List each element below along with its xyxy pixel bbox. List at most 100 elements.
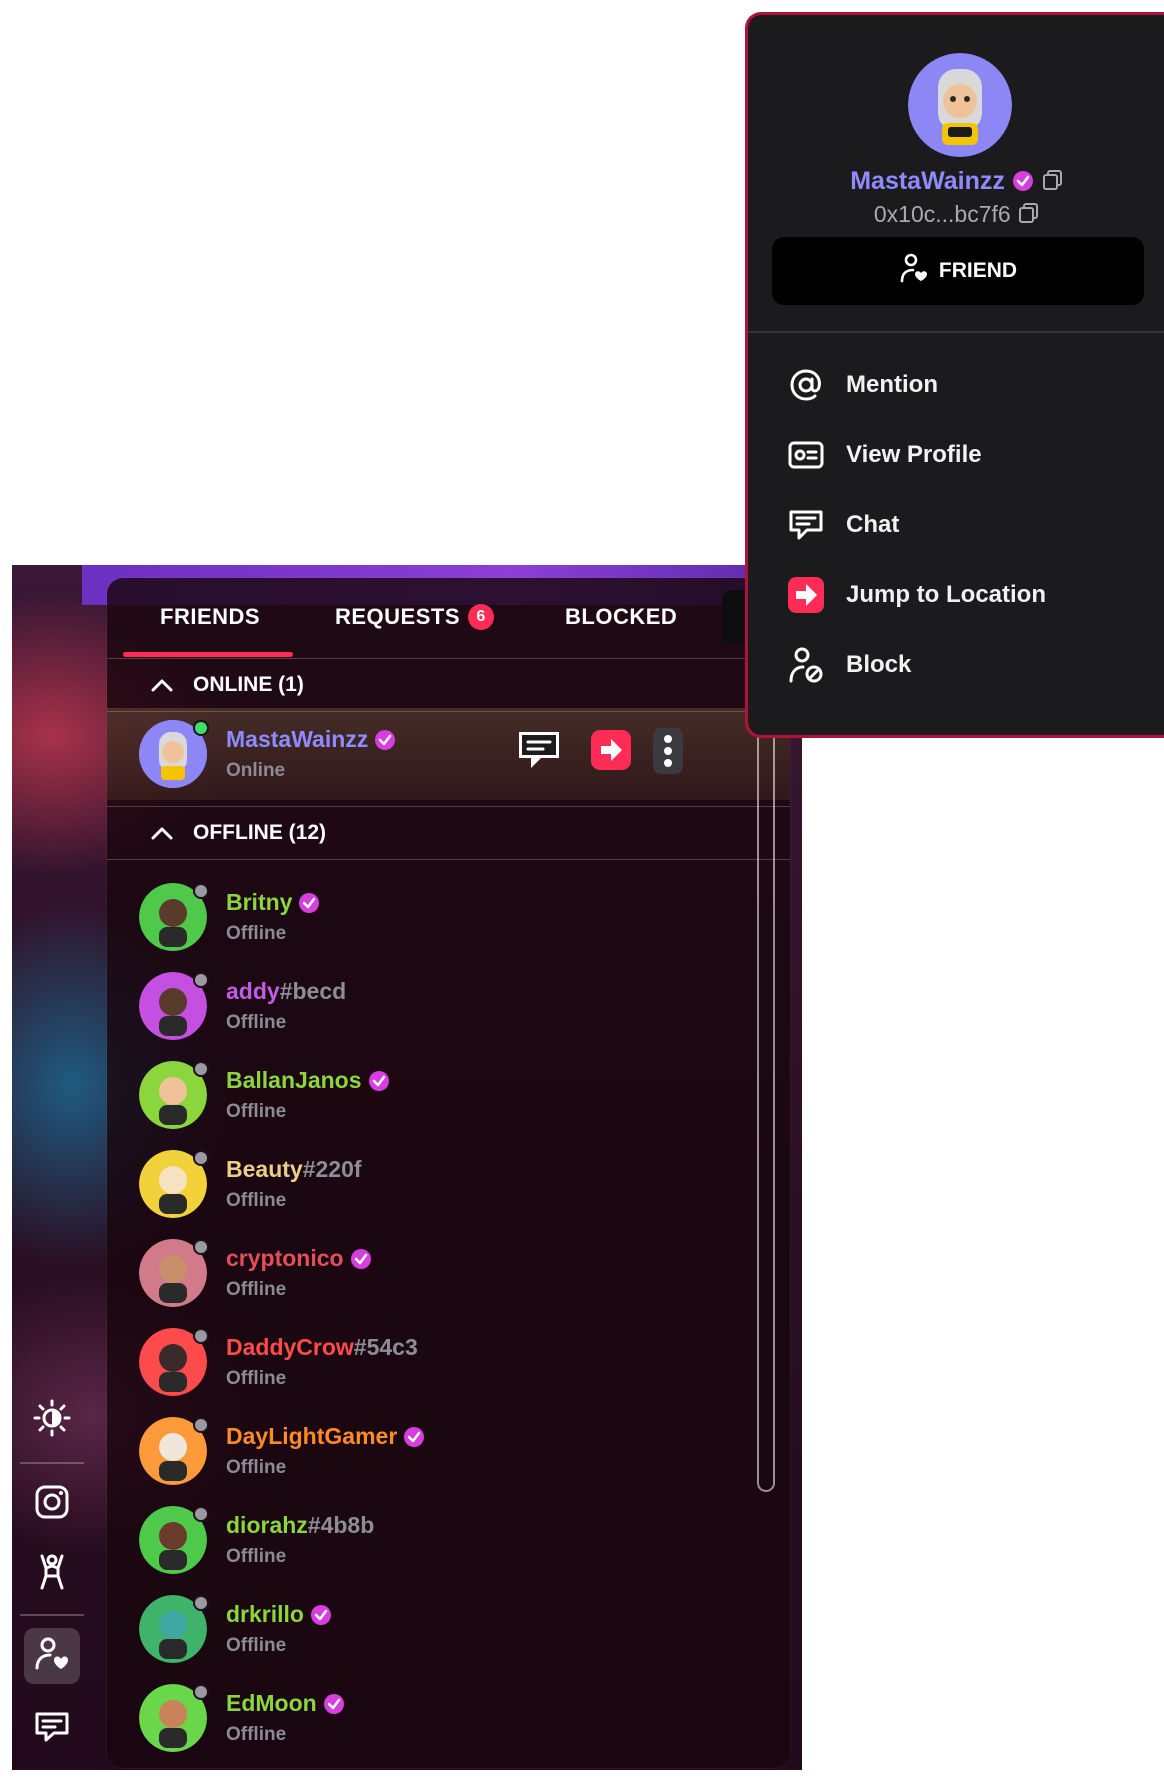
friend-tag: #54c3: [353, 1334, 418, 1360]
menu-item-label: View Profile: [846, 441, 982, 468]
tab-blocked[interactable]: BLOCKED: [565, 604, 677, 630]
menu-item-view-profile[interactable]: View Profile: [786, 431, 982, 479]
friend-status: Offline: [226, 923, 287, 944]
menu-item-block[interactable]: Block: [786, 641, 911, 689]
friend-row[interactable]: drkrillo Offline: [107, 1583, 790, 1673]
friend-name: addy #becd: [226, 978, 346, 1005]
offline-status-dot: [193, 1061, 209, 1077]
friend-status: Offline: [226, 1546, 287, 1567]
offline-status-dot: [193, 1417, 209, 1433]
scrollbar[interactable]: [757, 708, 775, 1492]
profile-name: MastaWainzz: [748, 167, 1164, 199]
friend-status: Offline: [226, 1190, 287, 1211]
menu-item-jump-to-location[interactable]: Jump to Location: [786, 571, 1046, 619]
emote-button[interactable]: [24, 1546, 80, 1602]
wallet-address-text: 0x10c...bc7f6: [873, 201, 1011, 227]
friend-row-online[interactable]: MastaWainzz Online: [107, 708, 790, 800]
friend-name: cryptonico: [226, 1245, 372, 1272]
emote-icon: [32, 1552, 72, 1597]
toolbar-divider: [20, 1462, 84, 1464]
more-vertical-icon: [653, 728, 683, 778]
verified-badge-icon: [310, 1604, 332, 1626]
friend-status: Offline: [226, 1101, 287, 1122]
friend-context-menu: MastaWainzz 0x10c...bc7f6 FRIEND Mention…: [745, 12, 1164, 738]
online-section-header[interactable]: ONLINE (1): [107, 658, 790, 712]
friend-name: drkrillo: [226, 1601, 332, 1628]
offline-section-header[interactable]: OFFLINE (12): [107, 806, 790, 860]
row-jump-button[interactable]: [589, 728, 633, 777]
offline-status-dot: [193, 972, 209, 988]
friend-row[interactable]: addy #becd Offline: [107, 960, 790, 1050]
menu-divider: [748, 331, 1164, 333]
verified-badge-icon: [368, 1070, 390, 1092]
menu-item-label: Block: [846, 651, 912, 678]
friend-status: Offline: [226, 1635, 287, 1656]
toolbar-divider: [20, 1614, 84, 1616]
profile-name-text: MastaWainzz: [850, 167, 1005, 195]
tab-requests[interactable]: REQUESTS 6: [335, 604, 495, 630]
menu-item-label: Jump to Location: [846, 581, 1046, 608]
camera-button[interactable]: [24, 1476, 80, 1532]
friend-status-button[interactable]: FRIEND: [772, 237, 1144, 305]
friends-button[interactable]: [24, 1628, 80, 1684]
offline-status-dot: [193, 883, 209, 899]
menu-item-mention[interactable]: Mention: [786, 361, 938, 409]
friend-name: diorahz #4b8b: [226, 1512, 374, 1539]
verified-badge-icon: [298, 892, 320, 914]
friends-icon: [32, 1634, 72, 1679]
chat-button[interactable]: [24, 1700, 80, 1756]
online-status-dot: [193, 720, 209, 736]
friend-name-text: Beauty: [226, 1156, 303, 1182]
friend-name: DayLightGamer: [226, 1423, 425, 1450]
chat-icon: [786, 505, 826, 545]
friend-name: MastaWainzz: [226, 726, 396, 753]
friend-button-label: FRIEND: [938, 259, 1018, 282]
menu-item-chat[interactable]: Chat: [786, 501, 899, 549]
active-tab-indicator: [123, 652, 293, 657]
friend-name-text: MastaWainzz: [226, 726, 369, 752]
friend-name-text: drkrillo: [226, 1601, 304, 1627]
friend-row[interactable]: BallanJanos Offline: [107, 1049, 790, 1139]
row-more-button[interactable]: [653, 728, 683, 779]
at-icon: [786, 365, 826, 405]
chevron-up-icon: [151, 826, 177, 840]
brightness-button[interactable]: [24, 1392, 80, 1448]
friend-row[interactable]: cryptonico Offline: [107, 1227, 790, 1317]
friend-status: Offline: [226, 1012, 287, 1033]
friends-panel: FRIENDS REQUESTS 6 BLOCKED ONLINE (1) Ma…: [107, 578, 790, 1768]
friend-name-text: addy: [226, 978, 280, 1004]
friend-row[interactable]: EdMoon Offline: [107, 1672, 790, 1762]
friend-name: Beauty #220f: [226, 1156, 362, 1183]
row-chat-button[interactable]: [515, 728, 563, 777]
copy-address-icon[interactable]: [1017, 201, 1041, 231]
friend-tag: #220f: [302, 1156, 362, 1182]
friend-name-text: DayLightGamer: [226, 1423, 398, 1449]
friend-tag: #4b8b: [307, 1512, 375, 1538]
jump-icon: [589, 730, 633, 776]
offline-status-dot: [193, 1328, 209, 1344]
friend-name-text: DaddyCrow: [226, 1334, 354, 1360]
friend-row[interactable]: Beauty #220f Offline: [107, 1138, 790, 1228]
verified-badge-icon: [374, 729, 396, 751]
friend-name: Britny: [226, 889, 320, 916]
friend-status: Offline: [226, 1457, 287, 1478]
offline-section-label: OFFLINE (12): [193, 821, 327, 844]
friend-row[interactable]: DaddyCrow #54c3 Offline: [107, 1316, 790, 1406]
friend-row[interactable]: DayLightGamer Offline: [107, 1405, 790, 1495]
tab-blocked-label: BLOCKED: [565, 604, 678, 629]
copy-name-icon[interactable]: [1041, 168, 1065, 199]
profile-card-icon: [786, 435, 826, 475]
brightness-icon: [32, 1398, 72, 1443]
offline-status-dot: [193, 1684, 209, 1700]
chevron-up-icon: [151, 678, 177, 692]
friends-tabs: FRIENDS REQUESTS 6 BLOCKED: [107, 578, 790, 658]
friend-row[interactable]: diorahz #4b8b Offline: [107, 1494, 790, 1584]
requests-count-badge: 6: [468, 604, 495, 630]
jump-icon: [786, 575, 826, 615]
online-section-label: ONLINE (1): [193, 673, 304, 696]
tab-friends[interactable]: FRIENDS: [160, 604, 260, 630]
friend-name-text: cryptonico: [226, 1245, 344, 1271]
friend-row[interactable]: Britny Offline: [107, 871, 790, 961]
friend-name: EdMoon: [226, 1690, 345, 1717]
menu-item-label: Chat: [846, 511, 900, 538]
